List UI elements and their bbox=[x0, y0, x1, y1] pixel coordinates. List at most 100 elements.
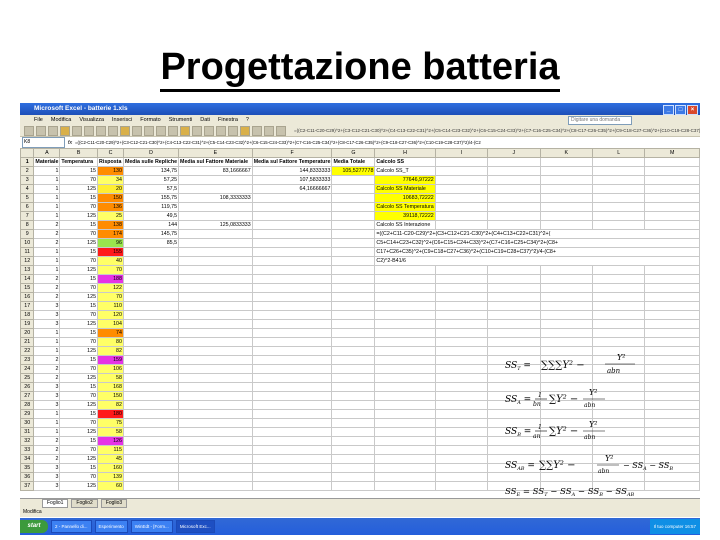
row-number[interactable]: 20 bbox=[20, 328, 35, 338]
cell-media-temperatura[interactable] bbox=[251, 472, 333, 482]
cell-materiale[interactable]: 2 bbox=[33, 229, 61, 239]
cell-media-temperatura[interactable] bbox=[251, 463, 333, 473]
taskbar-item[interactable]: Esperimento bbox=[94, 520, 128, 533]
cell-media-totale[interactable] bbox=[331, 472, 376, 482]
column-header[interactable]: D bbox=[122, 148, 180, 158]
cell[interactable] bbox=[374, 319, 436, 329]
cell-media-materiale[interactable] bbox=[178, 418, 253, 428]
toolbar-button-icon[interactable] bbox=[216, 125, 226, 136]
cell-temperatura[interactable]: 70 bbox=[59, 202, 99, 212]
taskbar-item[interactable]: WinEdt - [Form... bbox=[130, 520, 173, 533]
cell[interactable] bbox=[374, 391, 436, 401]
cell[interactable] bbox=[539, 328, 594, 338]
cell[interactable] bbox=[644, 328, 700, 338]
sheet-tab[interactable]: Foglio1 bbox=[42, 499, 69, 508]
cell-media-totale[interactable] bbox=[331, 445, 376, 455]
header-cell[interactable]: Risposta bbox=[97, 157, 124, 167]
cell-temperatura[interactable]: 15 bbox=[59, 301, 99, 311]
cell[interactable] bbox=[434, 463, 489, 473]
cell-materiale[interactable]: 2 bbox=[33, 292, 61, 302]
cell-media-totale[interactable] bbox=[331, 454, 376, 464]
cell-media-materiale[interactable] bbox=[178, 175, 253, 185]
cell-media-materiale[interactable] bbox=[178, 211, 253, 221]
cell-media-materiale[interactable]: 108,3333333 bbox=[178, 193, 253, 203]
cell-media-totale[interactable] bbox=[331, 436, 376, 446]
column-header[interactable]: F bbox=[251, 148, 333, 158]
cell-media-materiale[interactable] bbox=[178, 427, 253, 437]
cell-media-repliche[interactable] bbox=[122, 409, 180, 419]
header-cell[interactable]: Materiale bbox=[33, 157, 61, 167]
row-number[interactable]: 9 bbox=[20, 229, 35, 239]
cell-media-materiale[interactable]: 125,0833333 bbox=[178, 220, 253, 230]
cell[interactable] bbox=[487, 301, 541, 311]
cell-materiale[interactable]: 1 bbox=[33, 337, 61, 347]
cell[interactable] bbox=[592, 319, 646, 329]
cell[interactable] bbox=[374, 409, 436, 419]
cell[interactable] bbox=[374, 310, 436, 320]
cell-risposta[interactable]: 115 bbox=[97, 445, 124, 455]
cell-media-totale[interactable] bbox=[331, 382, 376, 392]
cell-media-materiale[interactable] bbox=[178, 292, 253, 302]
cell[interactable] bbox=[592, 301, 646, 311]
cell-materiale[interactable]: 3 bbox=[33, 472, 61, 482]
cell-media-materiale[interactable] bbox=[178, 337, 253, 347]
cell-media-repliche[interactable] bbox=[122, 472, 180, 482]
cell[interactable] bbox=[644, 283, 700, 293]
cell-risposta[interactable]: 74 bbox=[97, 328, 124, 338]
cell[interactable] bbox=[374, 436, 436, 446]
row-number[interactable]: 13 bbox=[20, 265, 35, 275]
cell[interactable] bbox=[487, 184, 541, 194]
menu-item-0[interactable]: File bbox=[34, 117, 43, 123]
menu-item-8[interactable]: ? bbox=[246, 117, 249, 123]
cell[interactable] bbox=[592, 220, 646, 230]
cell-media-temperatura[interactable] bbox=[251, 301, 333, 311]
cell-temperatura[interactable]: 70 bbox=[59, 283, 99, 293]
cell-media-temperatura[interactable] bbox=[251, 202, 333, 212]
cell-media-materiale[interactable]: 83,1666667 bbox=[178, 166, 253, 176]
header-cell[interactable] bbox=[539, 157, 594, 167]
cell-media-repliche[interactable] bbox=[122, 283, 180, 293]
cell-risposta[interactable]: 130 bbox=[97, 166, 124, 176]
cell-temperatura[interactable]: 70 bbox=[59, 175, 99, 185]
cell-risposta[interactable]: 25 bbox=[97, 211, 124, 221]
cell-media-totale[interactable] bbox=[331, 400, 376, 410]
row-number[interactable]: 34 bbox=[20, 454, 35, 464]
cell[interactable] bbox=[434, 193, 489, 203]
toolbar-button-icon[interactable] bbox=[120, 125, 130, 136]
close-icon[interactable]: × bbox=[687, 105, 698, 115]
cell-media-materiale[interactable] bbox=[178, 355, 253, 365]
cell-media-materiale[interactable] bbox=[178, 445, 253, 455]
cell-media-temperatura[interactable] bbox=[251, 310, 333, 320]
cell[interactable] bbox=[434, 364, 489, 374]
cell-materiale[interactable]: 2 bbox=[33, 274, 61, 284]
cell-media-repliche[interactable] bbox=[122, 382, 180, 392]
cell-materiale[interactable]: 1 bbox=[33, 166, 61, 176]
cell-media-materiale[interactable] bbox=[178, 463, 253, 473]
cell-risposta[interactable]: 40 bbox=[97, 256, 124, 266]
cell-media-temperatura[interactable] bbox=[251, 256, 333, 266]
cell-media-materiale[interactable] bbox=[178, 319, 253, 329]
cell-media-totale[interactable]: 105,5277778 bbox=[331, 166, 376, 176]
toolbar-button-icon[interactable] bbox=[252, 125, 262, 136]
row-number[interactable]: 22 bbox=[20, 346, 35, 356]
cell-temperatura[interactable]: 15 bbox=[59, 463, 99, 473]
cell-media-totale[interactable] bbox=[331, 292, 376, 302]
cell-media-materiale[interactable] bbox=[178, 364, 253, 374]
cell[interactable] bbox=[374, 265, 436, 275]
cell[interactable] bbox=[487, 274, 541, 284]
start-button[interactable]: start bbox=[20, 520, 48, 533]
cell-media-temperatura[interactable] bbox=[251, 436, 333, 446]
cell-media-temperatura[interactable] bbox=[251, 364, 333, 374]
cell-temperatura[interactable]: 15 bbox=[59, 193, 99, 203]
column-header[interactable]: K bbox=[539, 148, 594, 158]
cell-temperatura[interactable]: 15 bbox=[59, 220, 99, 230]
header-cell[interactable]: Temperatura bbox=[59, 157, 99, 167]
header-cell[interactable] bbox=[644, 157, 700, 167]
cell[interactable] bbox=[539, 283, 594, 293]
cell-media-totale[interactable] bbox=[331, 202, 376, 212]
cell-calcolo-ss[interactable]: Calcolo SS Interazione bbox=[374, 220, 436, 230]
cell-media-repliche[interactable] bbox=[122, 292, 180, 302]
cell-media-totale[interactable] bbox=[331, 265, 376, 275]
cell[interactable] bbox=[592, 328, 646, 338]
cell-calcolo-ss[interactable]: Calcolo SS_T bbox=[374, 166, 436, 176]
